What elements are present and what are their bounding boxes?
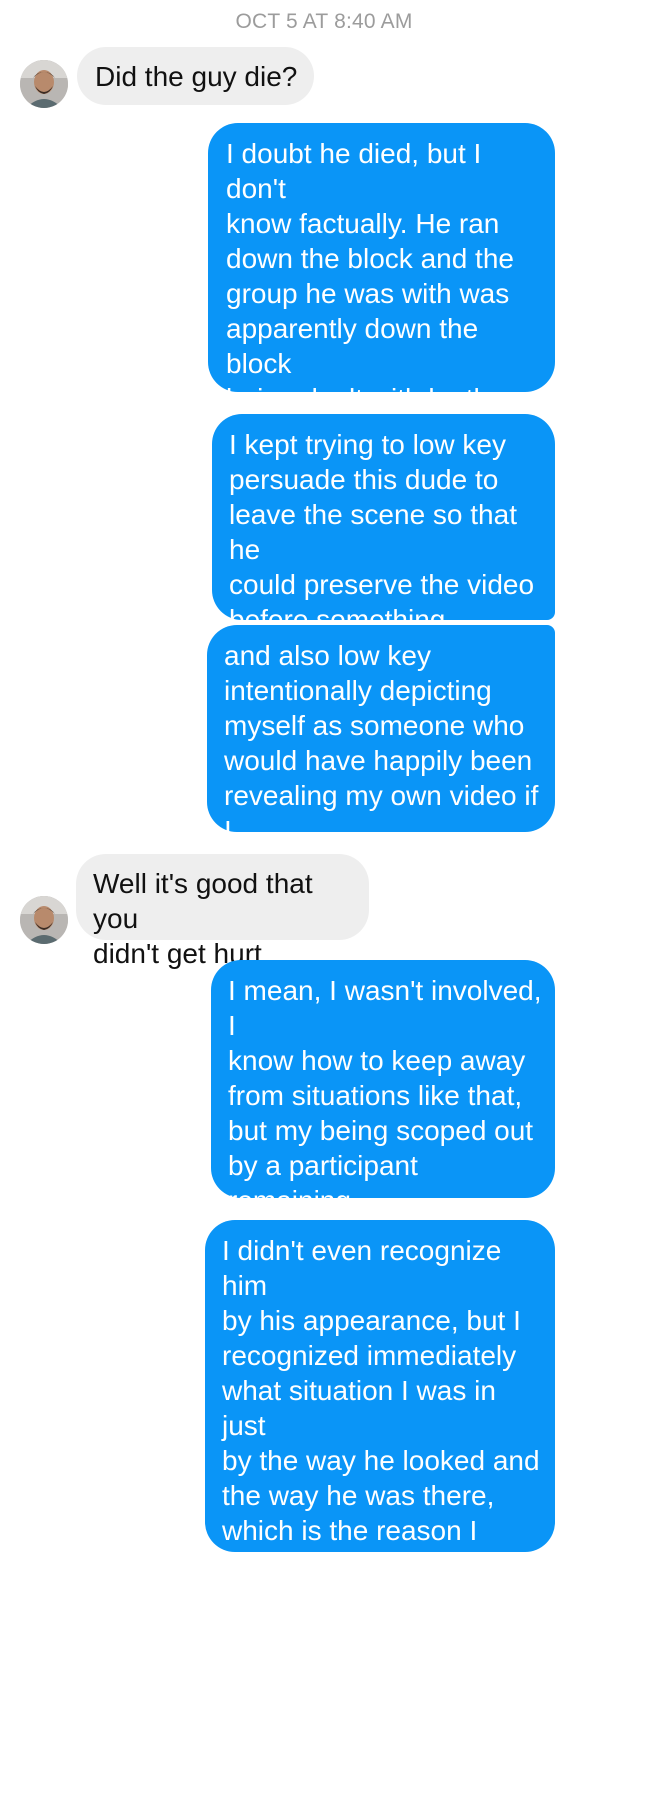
outgoing-message-bubble[interactable]: I didn't even recognize him by his appea… [205, 1220, 555, 1686]
contact-avatar-icon[interactable] [20, 896, 68, 944]
outgoing-message-bubble[interactable]: I mean, I wasn't involved, I know how to… [211, 960, 555, 1286]
contact-avatar-icon[interactable] [20, 60, 68, 108]
outgoing-message-bubble[interactable]: and also low key intentionally depicting… [207, 625, 555, 881]
incoming-message-bubble[interactable]: Well it's good that you didn't get hurt. [76, 854, 369, 969]
outgoing-message-bubble[interactable]: I doubt he died, but I don't know factua… [208, 123, 555, 484]
message-timestamp: OCT 5 AT 8:40 AM [235, 10, 413, 33]
outgoing-message-bubble[interactable]: I kept trying to low key persuade this d… [212, 414, 555, 670]
incoming-message-bubble[interactable]: Did the guy die? [77, 47, 315, 105]
